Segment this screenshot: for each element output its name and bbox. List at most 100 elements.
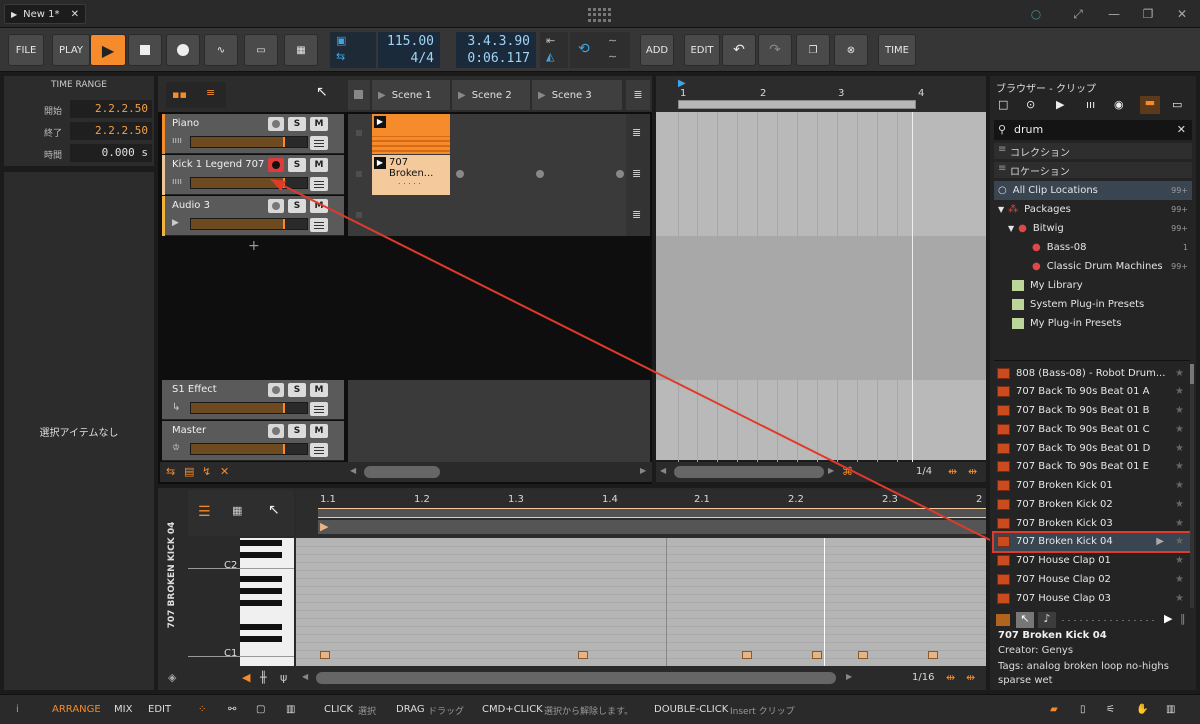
scroll-left-icon[interactable]: ◀ xyxy=(660,466,666,475)
tool-icon[interactable]: ↯ xyxy=(202,465,211,478)
delete-button[interactable]: ⊗ xyxy=(834,34,868,66)
volume-meter[interactable] xyxy=(190,177,308,189)
speaker-icon[interactable]: ◀ xyxy=(242,671,250,684)
track-name[interactable]: Kick 1 Legend 707 xyxy=(172,159,264,170)
clear-search-icon[interactable]: ✕ xyxy=(1177,123,1186,136)
record-button[interactable] xyxy=(166,34,200,66)
location-bitwig[interactable]: ▼ ● Bitwig 99+ xyxy=(994,219,1192,238)
browser-result-item[interactable]: 707 Back To 90s Beat 01 E ★ xyxy=(994,458,1190,476)
kick-clip[interactable]: ▶ 707 Broken... . . . . . xyxy=(372,155,450,195)
location-my-library[interactable]: My Library xyxy=(994,276,1192,295)
horizontal-scrollbar[interactable] xyxy=(316,672,836,684)
grid-view-icon[interactable]: ▪▪ xyxy=(172,88,187,101)
arm-button[interactable] xyxy=(268,117,284,131)
mute-button[interactable]: M xyxy=(310,117,328,131)
mute-button[interactable]: M xyxy=(310,158,328,172)
window-close-icon[interactable]: ✕ xyxy=(1174,6,1190,22)
layers-icon[interactable]: ◈ xyxy=(168,671,176,684)
link-icon[interactable]: ⚯ xyxy=(228,704,236,715)
editor-ruler[interactable]: 1.1 1.2 1.3 1.4 2.1 2.2 2.3 2 ▶ xyxy=(296,490,986,538)
favorite-star-icon[interactable]: ★ xyxy=(1175,536,1184,547)
midi-note[interactable] xyxy=(928,651,938,659)
volume-handle-icon[interactable]: ‖ xyxy=(1180,612,1186,625)
solo-button[interactable]: S xyxy=(288,117,306,131)
fit-icon[interactable]: ⇹ xyxy=(966,671,975,684)
track-menu-button[interactable] xyxy=(310,443,328,457)
document-tab[interactable]: ▶ New 1* ✕ xyxy=(4,4,86,24)
favorite-star-icon[interactable]: ★ xyxy=(1175,405,1184,416)
track-menu-button[interactable] xyxy=(310,136,328,150)
midi-note[interactable] xyxy=(320,651,330,659)
browser-result-item[interactable]: 707 Back To 90s Beat 01 D ★ xyxy=(994,439,1190,457)
info-icon[interactable]: i xyxy=(16,704,19,715)
mute-button[interactable]: M xyxy=(310,424,328,438)
favorite-star-icon[interactable]: ★ xyxy=(1175,574,1184,585)
favorite-star-icon[interactable]: ★ xyxy=(1175,593,1184,604)
panel-icon[interactable]: ▢ xyxy=(256,704,265,715)
browser-result-item[interactable]: 707 Broken Kick 02 ★ xyxy=(994,495,1190,513)
scroll-right-icon[interactable]: ▶ xyxy=(640,466,646,475)
edit-tab[interactable]: EDIT xyxy=(148,704,171,715)
range-end-value[interactable]: 2.2.2.50 xyxy=(70,122,152,140)
scene-2[interactable]: ▶ Scene 2 xyxy=(452,80,530,110)
plugin-tab-icon[interactable]: ▭ xyxy=(1172,98,1182,111)
file-icon[interactable]: ▯ xyxy=(1080,704,1086,715)
fit-icon[interactable]: ⇹ xyxy=(946,671,955,684)
menu-icon[interactable]: ≣ xyxy=(632,126,641,139)
volume-meter[interactable] xyxy=(190,136,308,148)
loop-sync-panel[interactable]: ▣ ⇆ xyxy=(330,32,376,68)
browser-result-item[interactable]: 707 House Clap 01 ★ xyxy=(994,552,1190,570)
midi-note[interactable] xyxy=(742,651,752,659)
mute-button[interactable]: M xyxy=(310,199,328,213)
play-mode-button[interactable]: PLAY xyxy=(52,34,90,66)
folder-icon[interactable]: ▰ xyxy=(1050,704,1058,715)
scene-1[interactable]: ▶ Scene 1 xyxy=(372,80,450,110)
arranger-ruler[interactable]: ▶ 1 2 3 4 xyxy=(656,76,986,112)
bars-icon[interactable]: ▥ xyxy=(286,704,295,715)
track-master[interactable]: Master ♔ S M xyxy=(162,421,344,461)
clip-play-icon[interactable]: ▶ xyxy=(374,157,386,169)
browser-result-item[interactable]: 707 Broken Kick 04 ▶ ★ xyxy=(992,530,1192,553)
volume-meter[interactable] xyxy=(190,402,308,414)
track-kick[interactable]: Kick 1 Legend 707 ıııı S M xyxy=(162,155,344,195)
preview-play-icon[interactable]: ▶ xyxy=(1164,612,1172,625)
browser-result-item[interactable]: 707 House Clap 03 ★ xyxy=(994,589,1190,607)
loop-panel[interactable]: ⟲ ∼ ∼ xyxy=(570,32,630,68)
expand-arrow-icon[interactable]: ▼ xyxy=(998,205,1004,214)
favorite-star-icon[interactable]: ★ xyxy=(1175,386,1184,397)
fork-icon[interactable]: ψ xyxy=(280,671,287,684)
redo-button[interactable]: ↷ xyxy=(758,34,792,66)
volume-meter[interactable] xyxy=(190,443,308,455)
arrange-tab[interactable]: ARRANGE xyxy=(52,704,101,715)
solo-button[interactable]: S xyxy=(288,158,306,172)
punch-panel[interactable]: ⇤ ◭ xyxy=(540,32,568,68)
scene-play-icon[interactable]: ▶ xyxy=(458,90,466,101)
scroll-left-icon[interactable]: ◀ xyxy=(302,672,308,681)
fit-icon[interactable]: ⇹ xyxy=(968,465,977,478)
favorite-star-icon[interactable]: ★ xyxy=(1175,424,1184,435)
scene-play-icon[interactable]: ▶ xyxy=(538,90,546,101)
browser-result-item[interactable]: 707 House Clap 02 ★ xyxy=(994,570,1190,588)
track-menu-button[interactable] xyxy=(310,402,328,416)
horizontal-scrollbar[interactable] xyxy=(364,466,440,478)
file-button[interactable]: FILE xyxy=(8,34,44,66)
browser-result-item[interactable]: 707 Broken Kick 01 ★ xyxy=(994,477,1190,495)
grid-zoom-label[interactable]: 1/16 xyxy=(912,672,934,683)
slot-record-dot[interactable] xyxy=(616,170,624,178)
groove-button[interactable]: ▦ xyxy=(284,34,318,66)
volume-meter[interactable] xyxy=(190,218,308,230)
track-name[interactable]: Master xyxy=(172,425,206,436)
scroll-left-icon[interactable]: ◀ xyxy=(350,466,356,475)
snap-icon[interactable]: ⌘ xyxy=(842,465,853,478)
close-icon[interactable]: ✕ xyxy=(71,9,79,20)
tool-icon[interactable]: ⇆ xyxy=(166,465,175,478)
preset-tab-icon[interactable]: ⊙ xyxy=(1026,98,1035,111)
tempo-value[interactable]: 115.00 xyxy=(387,34,434,49)
view-toggle[interactable]: ▪▪ ≡ xyxy=(166,82,226,108)
solo-button[interactable]: S xyxy=(288,199,306,213)
hand-icon[interactable]: ✋ xyxy=(1136,704,1148,715)
preview-play-icon[interactable]: ▶ xyxy=(1156,536,1164,547)
favorite-star-icon[interactable]: ★ xyxy=(1175,518,1184,529)
slot-record-dot[interactable] xyxy=(456,170,464,178)
minimize-icon[interactable]: — xyxy=(1106,6,1122,22)
